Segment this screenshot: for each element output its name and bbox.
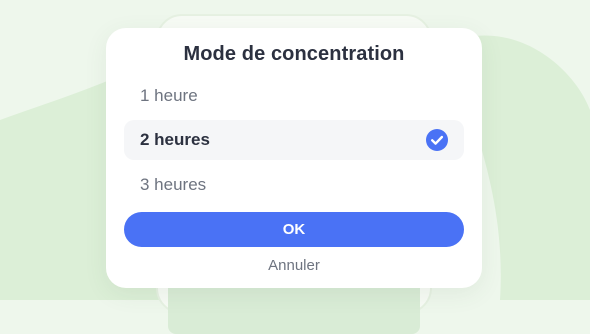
option-label: 1 heure bbox=[140, 86, 198, 105]
dialog-title: Mode de concentration bbox=[183, 43, 405, 65]
option-label: 2 heures bbox=[140, 130, 210, 149]
option-3-hours[interactable]: 3 heures bbox=[124, 165, 464, 205]
check-circle-icon bbox=[426, 129, 448, 151]
cancel-button[interactable]: Annuler bbox=[106, 257, 482, 274]
option-1-hour[interactable]: 1 heure bbox=[124, 76, 464, 116]
focus-mode-dialog: Mode de concentration 1 heure 2 heures 3… bbox=[106, 28, 482, 288]
option-2-hours[interactable]: 2 heures bbox=[124, 120, 464, 160]
ok-button[interactable]: OK bbox=[124, 212, 464, 247]
option-label: 3 heures bbox=[140, 175, 207, 194]
